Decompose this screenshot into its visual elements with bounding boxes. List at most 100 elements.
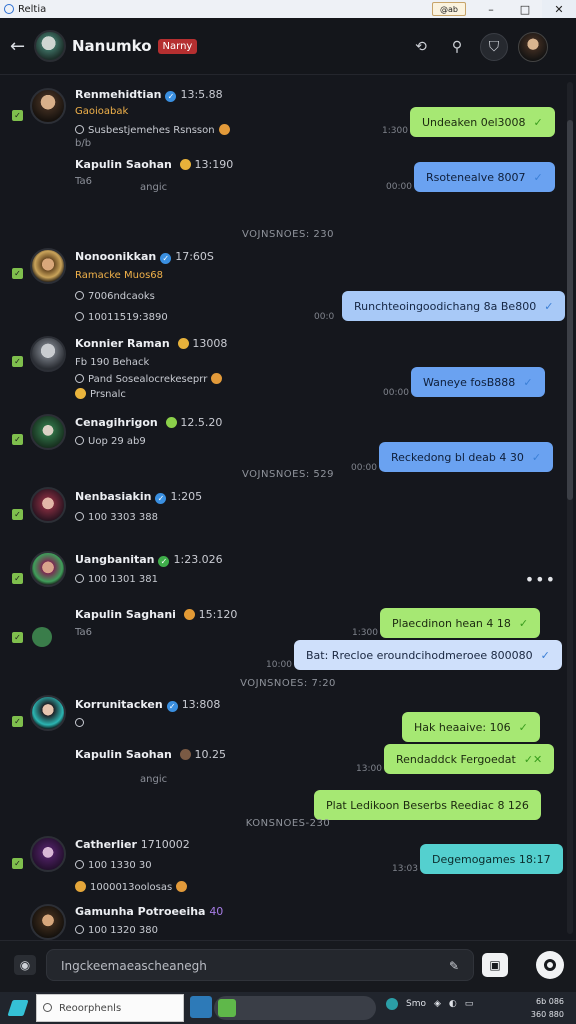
avatar[interactable] bbox=[30, 551, 66, 587]
message-bubble[interactable]: Reckedong bl deab 4 30 ✓ bbox=[379, 442, 554, 472]
message-text: Ta6 bbox=[75, 176, 92, 187]
avatar[interactable] bbox=[30, 336, 66, 372]
message-bubble[interactable]: Plat Ledikoon Beserbs Reediac 8 126 bbox=[314, 790, 541, 820]
select-checkbox[interactable]: ✓ bbox=[12, 632, 23, 643]
select-checkbox[interactable]: ✓ bbox=[12, 434, 23, 445]
sender-name[interactable]: Kapulin Saohan 13:190 bbox=[75, 158, 233, 171]
clock-icon bbox=[75, 574, 84, 583]
message-bubble[interactable]: Waneye fosB888 ✓ bbox=[411, 367, 545, 397]
timestamp: 13:00 bbox=[356, 764, 382, 774]
app-icon[interactable] bbox=[190, 996, 212, 1018]
scrollbar-thumb[interactable] bbox=[567, 120, 573, 500]
sender-name[interactable]: Renmehidtian ✓ 13:5.88 bbox=[75, 88, 223, 102]
timestamp: 00:0 bbox=[314, 312, 335, 322]
message-bubble[interactable]: Degemogames 18:17 bbox=[420, 844, 563, 874]
attach-icon[interactable]: ✎ bbox=[449, 950, 459, 982]
share-icon[interactable]: ⟲ bbox=[408, 34, 434, 60]
select-checkbox[interactable]: ✓ bbox=[12, 573, 23, 584]
window-tag-button[interactable]: @ab bbox=[432, 2, 466, 16]
date-divider: KONSNOES-230 bbox=[245, 818, 331, 829]
message-bubble[interactable]: Plaecdinon hean 4 18 ✓ bbox=[380, 608, 541, 638]
message-input[interactable]: Ingckeemaeascheanegh ✎ bbox=[46, 949, 474, 981]
close-button[interactable]: ✕ bbox=[542, 0, 576, 18]
window-titlebar: Reltia @ab – □ ✕ bbox=[0, 0, 576, 18]
taskbar-search-text: Reoorphenls bbox=[59, 1003, 122, 1014]
chat-avatar[interactable] bbox=[34, 30, 66, 62]
read-check-icon: ✓✕ bbox=[523, 752, 543, 766]
clock-icon bbox=[75, 860, 84, 869]
avatar[interactable] bbox=[30, 88, 66, 124]
sender-name[interactable]: Nonoonikkan ✓ 17:60S bbox=[75, 250, 214, 264]
taskbar-active-app[interactable] bbox=[214, 996, 376, 1020]
message-bubble[interactable]: Rsotenealve 8007 ✓ bbox=[414, 162, 555, 192]
date-divider: VOJNSNOES: 7:20 bbox=[240, 678, 336, 689]
volume-icon[interactable]: ◐ bbox=[449, 999, 457, 1009]
taskbar-search[interactable]: Reoorphenls bbox=[36, 994, 184, 1022]
sender-name[interactable]: Konnier Raman 13008 bbox=[75, 337, 227, 350]
sender-name[interactable]: Korrunitacken ✓ 13:808 bbox=[75, 698, 220, 712]
select-checkbox[interactable]: ✓ bbox=[12, 509, 23, 520]
message-bubble[interactable]: Rendaddck Fergoedat ✓✕ bbox=[384, 744, 555, 774]
avatar[interactable] bbox=[30, 414, 66, 450]
taskbar-clock[interactable]: 6b 086 360 880 bbox=[531, 995, 564, 1021]
read-check-icon: ✓ bbox=[518, 616, 529, 630]
sender-name[interactable]: Catherlier 1710002 bbox=[75, 838, 190, 851]
sender-name[interactable]: Nenbasiakin ✓ 1:205 bbox=[75, 490, 202, 504]
image-icon[interactable]: ▣ bbox=[482, 953, 508, 977]
start-icon[interactable] bbox=[7, 1000, 29, 1016]
profile-avatar[interactable] bbox=[518, 32, 548, 62]
sender-name[interactable]: Kapulin Saohan 10.25 bbox=[75, 748, 226, 761]
sender-name[interactable]: Uangbanitan ✓ 1:23.026 bbox=[75, 553, 223, 567]
app-icon[interactable] bbox=[218, 999, 236, 1017]
app-icon[interactable] bbox=[386, 998, 398, 1010]
message-bubble[interactable]: Runchteoingoodichang 8a Be800 ✓ bbox=[342, 291, 566, 321]
message-text: 1000013oolosas bbox=[75, 881, 188, 893]
record-icon[interactable] bbox=[536, 951, 564, 979]
avatar[interactable] bbox=[30, 695, 66, 731]
select-checkbox[interactable]: ✓ bbox=[12, 268, 23, 279]
avatar[interactable] bbox=[30, 248, 66, 284]
clock-date: 360 880 bbox=[530, 1010, 564, 1019]
select-checkbox[interactable]: ✓ bbox=[12, 110, 23, 121]
emoji-icon bbox=[183, 609, 195, 620]
clock-icon bbox=[75, 291, 84, 300]
clock-icon bbox=[75, 925, 84, 934]
message-bubble[interactable]: Undeaken 0el3008 ✓ bbox=[410, 107, 555, 137]
message-text: Ta6 bbox=[75, 627, 92, 638]
avatar[interactable] bbox=[30, 904, 66, 940]
arrow-left-icon[interactable]: ← bbox=[10, 36, 32, 57]
emoji-icon bbox=[176, 881, 188, 892]
verified-icon: ✓ bbox=[158, 556, 170, 567]
sender-name[interactable]: Cenagihrigon 12.5.20 bbox=[75, 416, 222, 429]
clock-icon bbox=[75, 125, 84, 134]
chat-badge: Narny bbox=[157, 38, 198, 54]
more-options-icon[interactable]: ••• bbox=[525, 570, 556, 589]
verified-icon: ✓ bbox=[155, 493, 167, 504]
message-text: 100 3303 388 bbox=[75, 512, 158, 523]
search-icon[interactable]: ⚲ bbox=[444, 34, 470, 60]
message-text: b/b bbox=[75, 138, 92, 149]
minimize-button[interactable]: – bbox=[474, 0, 508, 18]
camera-icon[interactable]: ◉ bbox=[14, 955, 36, 975]
timestamp: 00:00 bbox=[383, 388, 409, 398]
shield-icon[interactable]: ⛉ bbox=[480, 33, 508, 61]
clock-icon bbox=[75, 374, 84, 383]
avatar[interactable] bbox=[32, 627, 52, 647]
battery-icon[interactable]: ▭ bbox=[465, 999, 474, 1009]
sender-name[interactable]: Gamunha Potroeeiha 40 bbox=[75, 905, 223, 918]
avatar[interactable] bbox=[30, 487, 66, 523]
message-bubble[interactable]: Hak heaaive: 106 ✓ bbox=[402, 712, 540, 742]
maximize-button[interactable]: □ bbox=[508, 0, 542, 18]
clock-icon bbox=[75, 512, 84, 521]
network-icon[interactable]: ◈ bbox=[434, 999, 441, 1009]
avatar[interactable] bbox=[30, 836, 66, 872]
message-input-placeholder: Ingckeemaeascheanegh bbox=[61, 959, 207, 973]
select-checkbox[interactable]: ✓ bbox=[12, 716, 23, 727]
message-text: Prsnalc bbox=[75, 388, 126, 400]
app-icon bbox=[4, 4, 14, 14]
sender-name[interactable]: Kapulin Saghani 15:120 bbox=[75, 608, 237, 621]
select-checkbox[interactable]: ✓ bbox=[12, 356, 23, 367]
tray-label: Smo bbox=[406, 999, 426, 1009]
message-bubble[interactable]: Bat: Rrecloe eroundcihodmeroee 800080 ✓ bbox=[294, 640, 562, 670]
select-checkbox[interactable]: ✓ bbox=[12, 858, 23, 869]
